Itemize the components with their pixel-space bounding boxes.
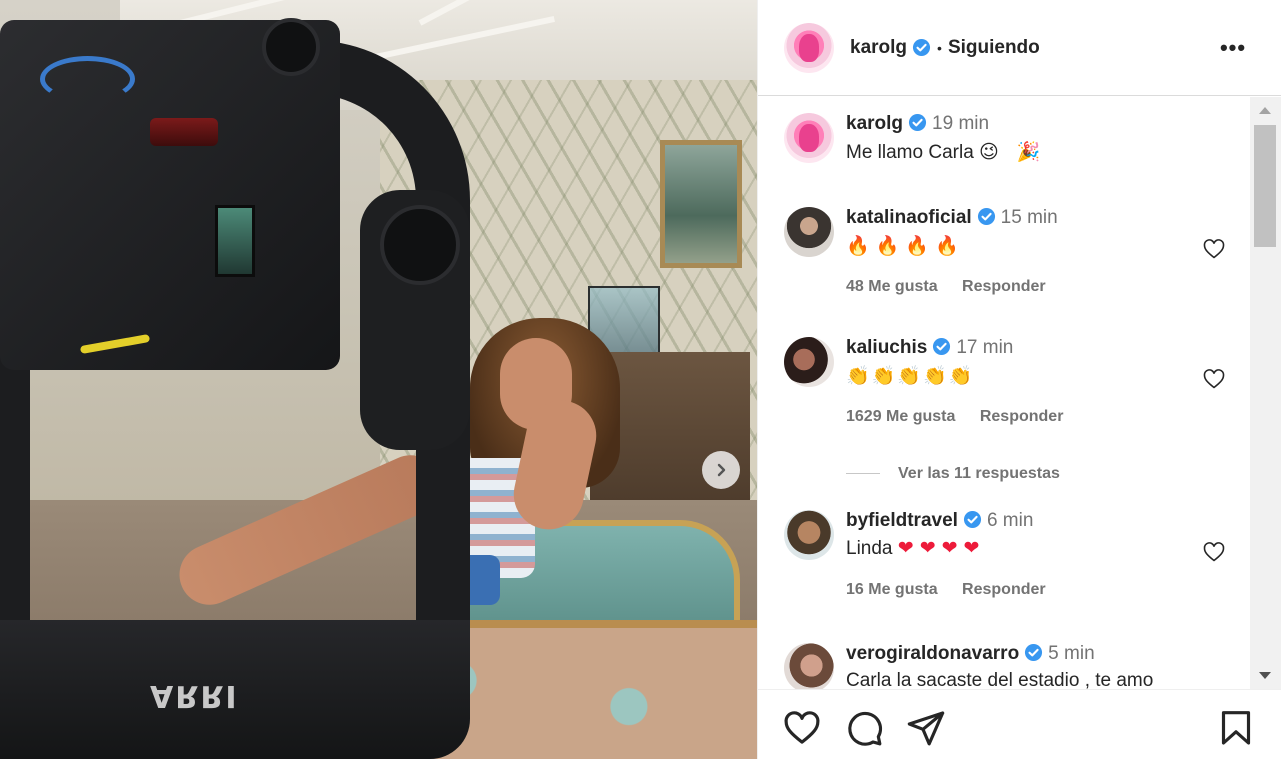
verified-badge-icon	[1025, 643, 1043, 662]
comment-emoji: ❤❤❤❤	[897, 537, 986, 559]
comment-emoji: 🔥🔥🔥🔥	[846, 235, 965, 257]
camera-knob	[380, 205, 460, 285]
camera-red-ring	[150, 118, 218, 146]
comment-username[interactable]: karolg	[846, 113, 903, 134]
bookmark-icon	[1221, 711, 1251, 745]
scroll-down-arrow[interactable]	[1259, 672, 1271, 679]
verified-badge-icon	[908, 113, 927, 132]
comment-text: Me llamo Carla 😉 🎉	[846, 141, 1047, 163]
comment-likes[interactable]: 1629 Me gusta	[846, 408, 955, 425]
view-replies-button[interactable]: Ver las 11 respuestas	[846, 465, 1060, 483]
comment-icon	[848, 711, 883, 746]
scroll-thumb[interactable]	[1254, 125, 1276, 247]
comments-list: karolg 19 min Me llamo Carla 😉 🎉 katalina…	[758, 97, 1256, 689]
post-photo: ARRI	[0, 0, 757, 759]
heart-icon	[784, 711, 820, 744]
comment-time[interactable]: 17 min	[956, 337, 1013, 358]
avatar[interactable]	[784, 113, 834, 163]
reply-button[interactable]: Responder	[962, 581, 1046, 598]
scroll-up-arrow[interactable]	[1259, 107, 1271, 114]
like-button[interactable]	[782, 708, 822, 748]
comment-button[interactable]	[844, 708, 884, 748]
comment-emoji: 👏👏👏👏👏	[846, 365, 975, 387]
post-side-panel: karolg • Siguiendo ••• karolg 19 min Me l…	[757, 0, 1281, 759]
wall-painting	[660, 140, 742, 268]
next-photo-button[interactable]	[702, 451, 740, 489]
reply-button[interactable]: Responder	[980, 408, 1064, 425]
heart-icon[interactable]	[1202, 367, 1226, 391]
comment-text: Carla la sacaste del estadio , te amo	[846, 670, 1154, 689]
camera-monitor	[215, 205, 255, 277]
save-button[interactable]	[1216, 708, 1256, 748]
comment-username[interactable]: verogiraldonavarro	[846, 643, 1019, 664]
reply-button[interactable]: Responder	[962, 278, 1046, 295]
avatar[interactable]	[784, 510, 834, 560]
verified-badge-icon	[977, 207, 995, 226]
avatar[interactable]	[784, 337, 834, 387]
more-options-button[interactable]: •••	[1218, 34, 1248, 62]
post-header: karolg • Siguiendo •••	[758, 0, 1281, 96]
comment-username[interactable]: kaliuchis	[846, 337, 927, 358]
rig-logo: ARRI	[150, 678, 239, 713]
comment-emoji: 😉 🎉	[979, 141, 1047, 163]
comment-time[interactable]: 6 min	[987, 510, 1033, 531]
comments-scrollbar[interactable]	[1250, 97, 1281, 689]
verified-badge-icon	[963, 510, 981, 529]
share-button[interactable]	[906, 708, 946, 748]
verified-badge-icon	[933, 337, 951, 356]
comment-username[interactable]: katalinaoficial	[846, 207, 972, 228]
comment-text: Linda ❤❤❤❤	[846, 537, 986, 559]
author-username[interactable]: karolg	[850, 37, 907, 59]
comment-meta: 48 Me gusta Responder	[846, 278, 1186, 296]
camera-knob	[262, 18, 320, 76]
following-button[interactable]: Siguiendo	[948, 37, 1040, 59]
post-actions	[758, 689, 1281, 759]
comment-likes[interactable]: 16 Me gusta	[846, 581, 938, 598]
chevron-right-icon	[717, 463, 726, 477]
comment-time[interactable]: 5 min	[1048, 643, 1094, 664]
heart-icon[interactable]	[1202, 540, 1226, 564]
camera-cable	[40, 56, 135, 102]
share-icon	[907, 711, 945, 746]
verified-badge-icon	[912, 38, 931, 57]
comment-meta: 1629 Me gusta Responder	[846, 408, 1186, 426]
comment-time[interactable]: 15 min	[1001, 207, 1058, 228]
avatar[interactable]	[784, 22, 834, 73]
comment-time[interactable]: 19 min	[932, 113, 989, 134]
heart-icon[interactable]	[1202, 237, 1226, 261]
comment-meta: 16 Me gusta Responder	[846, 581, 1186, 599]
comment-username[interactable]: byfieldtravel	[846, 510, 958, 531]
comment-likes[interactable]: 48 Me gusta	[846, 278, 938, 295]
separator: •	[937, 39, 942, 56]
avatar[interactable]	[784, 207, 834, 257]
avatar[interactable]	[784, 643, 834, 689]
